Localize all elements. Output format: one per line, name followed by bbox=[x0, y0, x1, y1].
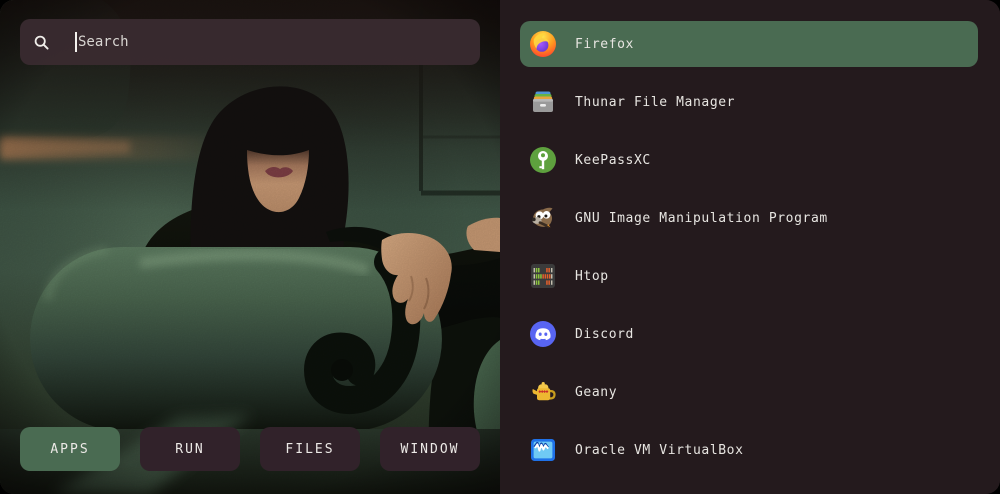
app-label: KeePassXC bbox=[575, 153, 651, 168]
tab-files[interactable]: FILES bbox=[260, 427, 360, 471]
tab-apps[interactable]: APPS bbox=[20, 427, 120, 471]
search-bar[interactable] bbox=[20, 19, 480, 65]
app-row-geany[interactable]: Geany bbox=[520, 369, 978, 415]
text-cursor bbox=[75, 32, 77, 52]
thunar-icon bbox=[529, 88, 557, 116]
app-launcher-window: APPS RUN FILES WINDOW bbox=[0, 0, 1000, 494]
app-label: Firefox bbox=[575, 37, 634, 52]
discord-icon bbox=[529, 320, 557, 348]
firefox-icon bbox=[529, 30, 557, 58]
app-row-htop[interactable]: Htop bbox=[520, 253, 978, 299]
app-label: Thunar File Manager bbox=[575, 95, 735, 110]
geany-icon bbox=[529, 378, 557, 406]
app-label: Oracle VM VirtualBox bbox=[575, 443, 744, 458]
tab-run[interactable]: RUN bbox=[140, 427, 240, 471]
app-row-firefox[interactable]: Firefox bbox=[520, 21, 978, 67]
wallpaper-pane: APPS RUN FILES WINDOW bbox=[0, 0, 500, 494]
search-icon bbox=[34, 35, 49, 50]
app-label: Htop bbox=[575, 269, 609, 284]
keepassxc-icon bbox=[529, 146, 557, 174]
app-label: Geany bbox=[575, 385, 617, 400]
app-row-thunar[interactable]: Thunar File Manager bbox=[520, 79, 978, 125]
wallpaper-art bbox=[0, 0, 500, 494]
htop-icon bbox=[529, 262, 557, 290]
mode-tabs: APPS RUN FILES WINDOW bbox=[20, 427, 480, 471]
app-label: GNU Image Manipulation Program bbox=[575, 211, 828, 226]
search-input[interactable] bbox=[78, 34, 466, 50]
app-list: Firefox Thunar File Manager bbox=[500, 0, 1000, 494]
app-row-keepassxc[interactable]: KeePassXC bbox=[520, 137, 978, 183]
gimp-icon bbox=[529, 204, 557, 232]
app-row-discord[interactable]: Discord bbox=[520, 311, 978, 357]
app-label: Discord bbox=[575, 327, 634, 342]
app-row-virtualbox[interactable]: Oracle VM VirtualBox bbox=[520, 427, 978, 473]
app-row-gimp[interactable]: GNU Image Manipulation Program bbox=[520, 195, 978, 241]
virtualbox-icon bbox=[529, 436, 557, 464]
tab-window[interactable]: WINDOW bbox=[380, 427, 480, 471]
